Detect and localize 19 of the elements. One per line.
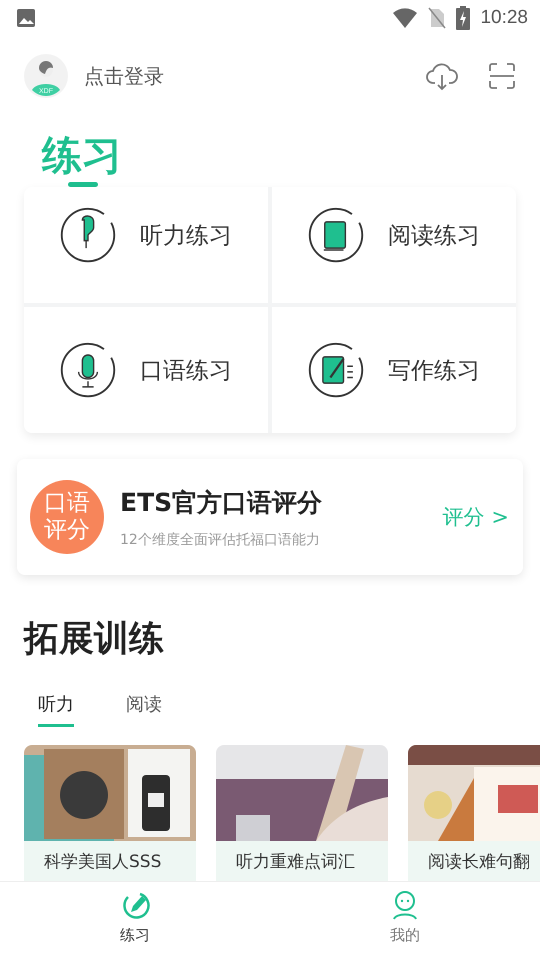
practice-tile[interactable]: 阅读练习: [272, 187, 516, 303]
section-title: 练习: [42, 132, 122, 181]
card-subtitle: 12个维度全面评估托福口语能力: [120, 530, 321, 548]
course-title[interactable]: 科学美国人SSS: [24, 841, 196, 881]
practice-tile[interactable]: 口语练习: [24, 307, 268, 433]
nav-item[interactable]: 练习: [0, 882, 270, 960]
status-time: 10:28: [480, 7, 528, 29]
course-title[interactable]: 阅读长难句翻: [408, 841, 540, 881]
course-title[interactable]: 听力重难点词汇: [216, 841, 388, 881]
nav-item[interactable]: 我的: [270, 882, 540, 960]
practice-tile[interactable]: 写作练习: [272, 307, 516, 433]
tab[interactable]: 听力: [38, 692, 74, 727]
login-link[interactable]: 点击登录: [84, 62, 410, 90]
tab[interactable]: 阅读: [126, 692, 162, 727]
section-heading: 拓展训练: [22, 618, 165, 661]
card-title: ETS官方口语评分: [120, 486, 324, 518]
badge: 口语评分: [30, 480, 104, 554]
practice-tile[interactable]: 听力练习: [24, 187, 268, 303]
ets-card[interactable]: 口语评分 ETS官方口语评分 12个维度全面评估托福口语能力 评分 >: [17, 459, 523, 575]
